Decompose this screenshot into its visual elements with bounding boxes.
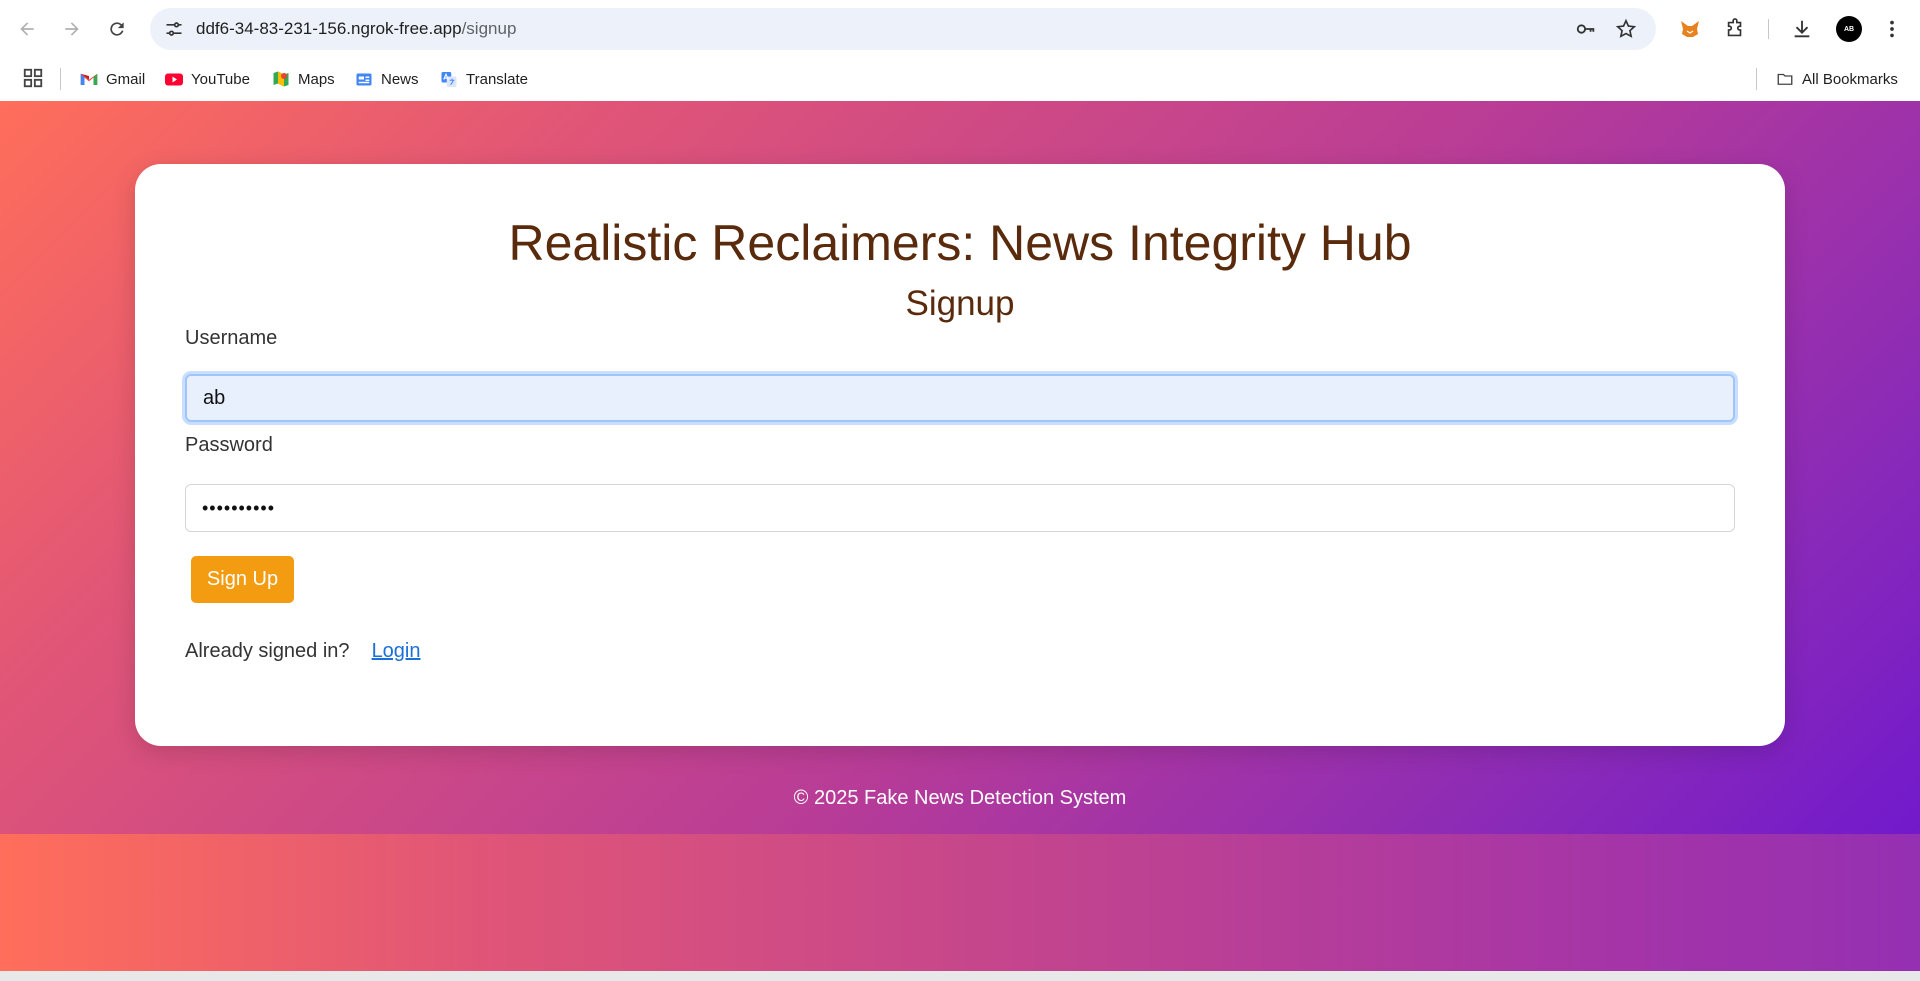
signup-button[interactable]: Sign Up	[191, 556, 294, 603]
url-host: ddf6-34-83-231-156.ngrok-free.app	[196, 19, 462, 38]
login-prompt: Already signed in? Login	[185, 640, 421, 663]
translate-icon	[440, 70, 458, 88]
login-link[interactable]: Login	[372, 640, 421, 663]
forward-button[interactable]	[55, 12, 89, 46]
bookmark-gmail[interactable]: Gmail	[80, 65, 145, 93]
signup-card: Realistic Reclaimers: News Integrity Hub…	[135, 164, 1785, 746]
bookmarks-divider	[60, 68, 61, 90]
page-background: Realistic Reclaimers: News Integrity Hub…	[0, 101, 1920, 971]
all-bookmarks-button[interactable]: All Bookmarks	[1776, 65, 1898, 93]
bookmark-label: YouTube	[191, 70, 250, 88]
reload-button[interactable]	[100, 12, 134, 46]
bookmark-label: Translate	[466, 70, 528, 88]
bookmark-news[interactable]: News	[355, 65, 419, 93]
reload-icon	[110, 22, 124, 36]
profile-avatar[interactable]: AB	[1836, 16, 1862, 42]
news-icon	[355, 70, 373, 88]
bookmark-maps[interactable]: Maps	[272, 65, 335, 93]
back-arrow-icon	[20, 22, 34, 36]
url-text: ddf6-34-83-231-156.ngrok-free.app/signup	[196, 19, 516, 39]
bookmark-label: Maps	[298, 70, 335, 88]
already-signed-text: Already signed in?	[185, 640, 350, 662]
forward-arrow-icon	[65, 22, 79, 36]
url-path: /signup	[461, 19, 517, 38]
bookmark-label: News	[381, 70, 419, 88]
window-bottom-strip	[0, 971, 1920, 981]
password-input[interactable]: ••••••••••	[185, 484, 1735, 532]
page-footer: © 2025 Fake News Detection System	[793, 787, 1127, 809]
bookmark-label: Gmail	[106, 70, 146, 88]
apps-grid-icon[interactable]	[20, 65, 46, 91]
youtube-icon	[165, 70, 183, 88]
all-bookmarks-label: All Bookmarks	[1802, 70, 1898, 88]
browser-menu-icon[interactable]	[1876, 13, 1908, 45]
page-title: Realistic Reclaimers: News Integrity Hub	[508, 215, 1412, 271]
page-lower-gradient	[0, 834, 1920, 971]
bookmark-star-icon[interactable]	[1614, 17, 1638, 41]
bookmark-youtube[interactable]: YouTube	[165, 65, 250, 93]
username-label: Username	[185, 327, 278, 349]
browser-chrome: ddf6-34-83-231-156.ngrok-free.app/signup…	[0, 0, 1920, 101]
extensions-puzzle-icon[interactable]	[1719, 13, 1751, 45]
username-input[interactable]: ab	[185, 374, 1735, 422]
browser-toolbar: ddf6-34-83-231-156.ngrok-free.app/signup…	[0, 0, 1920, 58]
bookmark-translate[interactable]: Translate	[440, 65, 528, 93]
form-heading: Signup	[905, 284, 1015, 323]
downloads-icon[interactable]	[1786, 13, 1818, 45]
password-label: Password	[185, 434, 273, 456]
toolbar-divider	[1768, 19, 1769, 39]
folder-icon	[1776, 70, 1794, 88]
site-info-icon[interactable]	[160, 15, 188, 43]
password-key-icon[interactable]	[1574, 17, 1598, 41]
address-bar[interactable]: ddf6-34-83-231-156.ngrok-free.app/signup	[150, 8, 1656, 50]
bookmarks-divider-right	[1756, 68, 1757, 90]
back-button[interactable]	[10, 12, 44, 46]
gmail-icon	[80, 70, 98, 88]
metamask-fox-icon[interactable]	[1674, 13, 1706, 45]
bookmarks-bar: Gmail YouTube Maps News Translate All Bo…	[0, 58, 1920, 101]
maps-icon	[272, 70, 290, 88]
